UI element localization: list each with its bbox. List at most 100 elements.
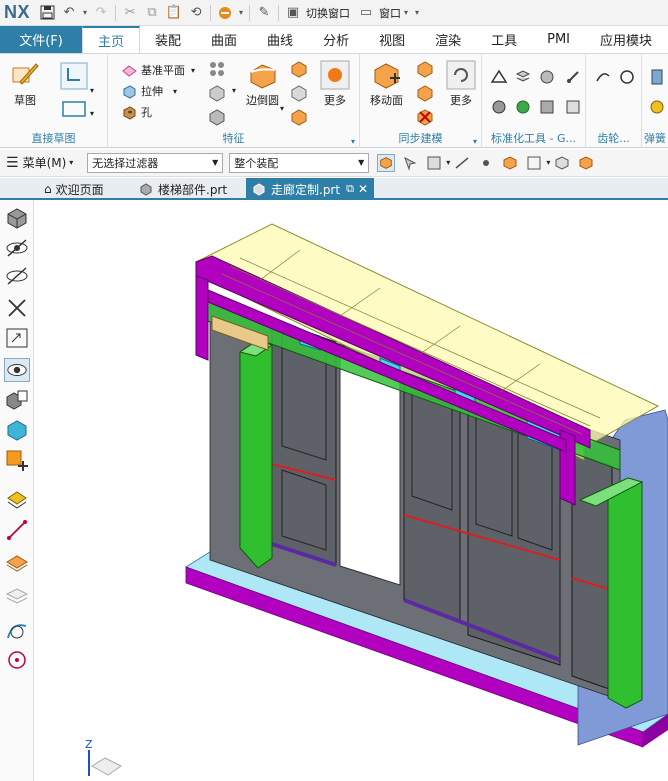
close-icon[interactable]: ✕ (358, 182, 368, 196)
tab-render[interactable]: 渲染 (420, 26, 476, 53)
graphics-window[interactable]: Z (35, 200, 668, 781)
paste-icon[interactable]: 📋 (164, 3, 184, 23)
select-assembly-icon[interactable] (525, 154, 543, 172)
edit-object-display-icon[interactable] (4, 388, 30, 412)
gear-tool-1-icon[interactable] (594, 68, 612, 86)
tab-file[interactable]: 文件(F) (0, 26, 82, 53)
save-icon[interactable] (37, 3, 57, 23)
window-dropdown-icon[interactable]: ▾ (402, 3, 410, 23)
chevron-down-icon: ▼ (212, 158, 219, 167)
select-feature-icon[interactable] (401, 154, 419, 172)
std-tool-7-icon[interactable] (538, 98, 556, 116)
doc-tab-corridor[interactable]: 走廊定制.prt ⧉ ✕ (246, 178, 374, 200)
wcs-icon[interactable] (4, 418, 30, 442)
offset-region-icon[interactable] (416, 84, 434, 102)
gear-tool-2-icon[interactable] (618, 68, 636, 86)
switch-window-icon[interactable]: ▣ (283, 3, 303, 23)
fit-view-icon[interactable] (4, 206, 30, 230)
datum-plane-button[interactable]: 基准平面 ▾ (122, 62, 195, 78)
show-part-icon[interactable] (577, 154, 595, 172)
move-object-icon[interactable] (4, 448, 30, 472)
tab-applications[interactable]: 应用模块 (585, 26, 652, 53)
feature-more-button[interactable]: 更多 (320, 60, 350, 108)
selection-filter-dropdown[interactable]: 无选择过滤器 ▼ (87, 152, 224, 173)
selection-scope-dropdown[interactable]: 整个装配 ▼ (229, 152, 370, 173)
tab-pmi[interactable]: PMI (532, 26, 585, 53)
chamfer-icon[interactable] (290, 60, 308, 78)
window-menu-button[interactable]: 窗口 (379, 5, 401, 21)
tab-assembly[interactable]: 装配 (140, 26, 196, 53)
std-tool-1-icon[interactable] (490, 68, 508, 86)
hole-button[interactable]: 孔 (122, 104, 152, 120)
curve-analysis-icon[interactable] (4, 618, 30, 642)
menu-button[interactable]: ☰ 菜单(M) ▾ (0, 154, 79, 171)
sync-more-button[interactable]: 更多 (446, 60, 476, 108)
profile-dropdown-icon[interactable]: ▾ (90, 86, 108, 104)
window-icon[interactable]: ▭ (356, 3, 376, 23)
tab-home[interactable]: 主页 (82, 26, 141, 53)
undo-dropdown-icon[interactable]: ▾ (81, 3, 89, 23)
show-body-icon[interactable] (553, 154, 571, 172)
draft-icon[interactable] (290, 84, 308, 102)
delete-face-icon[interactable] (416, 108, 434, 126)
point-icon[interactable] (4, 648, 30, 672)
tab-tools[interactable]: 工具 (476, 26, 532, 53)
std-tool-2-icon[interactable] (514, 68, 532, 86)
doc-tab-stairs[interactable]: 楼梯部件.prt (133, 178, 233, 200)
tab-curve[interactable]: 曲线 (252, 26, 308, 53)
std-tool-3-icon[interactable] (538, 68, 556, 86)
select-edge-icon[interactable] (453, 154, 471, 172)
select-body-icon[interactable] (501, 154, 519, 172)
tab-view[interactable]: 视图 (364, 26, 420, 53)
select-face-dropdown-icon[interactable]: ▾ (446, 158, 450, 167)
profile-icon[interactable] (60, 62, 88, 90)
redo-icon[interactable]: ↷ (91, 3, 111, 23)
std-tool-8-icon[interactable] (564, 98, 582, 116)
pattern-icon[interactable] (208, 60, 226, 78)
copy-icon[interactable]: ⧉ (142, 3, 162, 23)
spring-tool-1-icon[interactable] (648, 68, 666, 86)
spring-tool-2-icon[interactable] (648, 98, 666, 116)
extrude-button[interactable]: 拉伸 ▾ (122, 83, 177, 99)
repeat-command-icon[interactable]: ⟲ (186, 3, 206, 23)
switch-window-button[interactable]: 切换窗口 (306, 5, 350, 21)
trim-body-icon[interactable] (290, 108, 308, 126)
delete-icon[interactable] (4, 296, 30, 320)
eraser-icon[interactable]: ✎ (254, 3, 274, 23)
rectangle-dropdown-icon[interactable]: ▾ (90, 109, 108, 127)
select-assembly-dropdown-icon[interactable]: ▾ (546, 158, 550, 167)
hide-icon[interactable] (4, 236, 30, 260)
undo-icon[interactable]: ↶ (59, 3, 79, 23)
edge-blend-button[interactable]: 边倒圆 (246, 60, 279, 108)
rectangle-icon[interactable] (60, 98, 88, 120)
pop-out-icon[interactable]: ⧉ (346, 182, 354, 196)
transform-icon[interactable] (4, 326, 30, 350)
snap-point-icon[interactable] (477, 154, 495, 172)
select-face-icon[interactable] (425, 154, 443, 172)
show-hide-icon[interactable] (4, 264, 30, 288)
sketch-button[interactable]: 草图 (10, 60, 40, 108)
touch-dropdown-icon[interactable]: ▾ (237, 3, 245, 23)
unite-icon[interactable] (208, 84, 226, 102)
std-tool-5-icon[interactable] (490, 98, 508, 116)
tab-analysis[interactable]: 分析 (308, 26, 364, 53)
measure-distance-icon[interactable] (4, 518, 30, 542)
feature-group-dropdown-icon[interactable]: ▾ (351, 137, 355, 146)
datum-plane-label: 基准平面 (141, 64, 185, 77)
snap-icon[interactable] (377, 153, 396, 172)
doc-tab-welcome[interactable]: ⌂ 欢迎页面 (38, 178, 110, 200)
paint-icon[interactable] (4, 486, 30, 510)
pull-face-icon[interactable] (416, 60, 434, 78)
layer-icon[interactable] (4, 584, 30, 608)
cut-icon[interactable]: ✂ (120, 3, 140, 23)
customize-dropdown-icon[interactable]: ▾ (412, 3, 422, 23)
show-icon[interactable] (4, 358, 30, 382)
sheet-body-icon[interactable] (4, 550, 30, 574)
shell-icon[interactable] (208, 108, 226, 126)
std-tool-4-icon[interactable] (564, 68, 582, 86)
std-tool-6-icon[interactable] (514, 98, 532, 116)
move-face-button[interactable]: 移动面 (370, 60, 403, 108)
tab-surface[interactable]: 曲面 (196, 26, 252, 53)
touch-mode-icon[interactable] (215, 3, 235, 23)
sync-group-dropdown-icon[interactable]: ▾ (473, 137, 477, 146)
